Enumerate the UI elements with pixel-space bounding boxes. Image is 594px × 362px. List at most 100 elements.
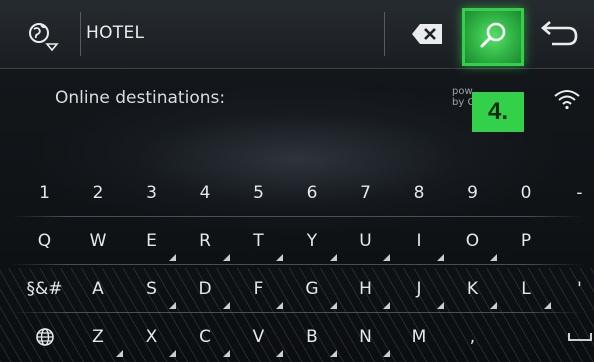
keyboard-key-label: M — [411, 327, 427, 347]
accent-indicator — [276, 254, 283, 261]
keyboard-key[interactable]: O — [446, 218, 499, 264]
keyboard-key[interactable]: W — [72, 218, 125, 264]
keyboard-key[interactable]: E — [125, 218, 178, 264]
accent-indicator — [276, 302, 283, 309]
keyboard-key-label: T — [253, 231, 264, 251]
keyboard-key[interactable]: U — [339, 218, 392, 264]
keyboard-language-key[interactable] — [18, 314, 71, 360]
keyboard-key[interactable]: - — [553, 170, 594, 216]
keyboard-key[interactable]: 9 — [446, 170, 499, 216]
keyboard-key[interactable]: Q — [18, 218, 71, 264]
online-destinations-label: Online destinations: — [55, 88, 226, 108]
keyboard-key-empty[interactable] — [553, 218, 594, 264]
keyboard-key[interactable]: D — [179, 266, 232, 312]
globe-dropdown-icon — [29, 23, 59, 52]
keyboard-key[interactable]: §&# — [18, 266, 71, 312]
accent-indicator — [169, 350, 176, 357]
keyboard-key[interactable]: Y — [286, 218, 339, 264]
keyboard-key[interactable]: ' — [553, 266, 594, 312]
keyboard-key[interactable]: 7 — [339, 170, 392, 216]
keyboard-key-label: C — [199, 327, 211, 347]
keyboard-key[interactable]: J — [393, 266, 446, 312]
accent-indicator — [490, 254, 497, 261]
keyboard-key-label: 4 — [199, 183, 211, 203]
keyboard-key-label: D — [198, 279, 212, 299]
wifi-status — [553, 88, 581, 110]
on-screen-keyboard: 1 2 3 4 5 6 7 8 9 0 - Q W E R T Y U I O P §&# A S D F G H J K L ' Z X C V B N… — [0, 170, 594, 362]
keyboard-key-label: W — [89, 231, 107, 251]
keyboard-key[interactable]: P — [500, 218, 553, 264]
keyboard-key[interactable]: 8 — [393, 170, 446, 216]
backspace-icon — [412, 24, 442, 44]
accent-indicator — [383, 302, 390, 309]
keyboard-key-label: §&# — [26, 279, 63, 299]
keyboard-key[interactable]: N — [339, 314, 392, 360]
keyboard-key-label: B — [306, 327, 318, 347]
keyboard-key[interactable]: 2 — [72, 170, 125, 216]
keyboard-key[interactable]: B — [286, 314, 339, 360]
keyboard-key[interactable]: 1 — [18, 170, 71, 216]
keyboard-key[interactable]: A — [72, 266, 125, 312]
accent-indicator — [490, 302, 497, 309]
keyboard-key[interactable]: H — [339, 266, 392, 312]
keyboard-key[interactable]: K — [446, 266, 499, 312]
keyboard-key-empty[interactable] — [500, 314, 553, 360]
keyboard-key[interactable]: S — [125, 266, 178, 312]
navigation-search-screen: HOTEL Online destinations: pow by G 4. 1… — [0, 0, 594, 362]
keyboard-key[interactable]: Z — [72, 314, 125, 360]
keyboard-key[interactable]: G — [286, 266, 339, 312]
keyboard-key[interactable]: 0 — [500, 170, 553, 216]
search-input[interactable]: HOTEL — [82, 0, 382, 68]
keyboard-key[interactable]: , — [446, 314, 499, 360]
keyboard-key-label: Q — [37, 231, 52, 251]
keyboard-key-label: O — [465, 231, 480, 251]
accent-indicator — [276, 350, 283, 357]
globe-country-button[interactable] — [22, 18, 62, 58]
keyboard-key[interactable]: 5 — [232, 170, 285, 216]
globe-icon — [35, 328, 54, 346]
top-bar-divider — [384, 12, 385, 56]
keyboard-key[interactable]: C — [179, 314, 232, 360]
accent-indicator — [329, 350, 337, 357]
keyboard-key[interactable]: I — [393, 218, 446, 264]
clear-button[interactable] — [410, 20, 446, 48]
keyboard-key[interactable]: F — [232, 266, 285, 312]
search-input-value: HOTEL — [86, 23, 145, 43]
keyboard-key-label: V — [252, 327, 265, 347]
keyboard-key-label: N — [359, 327, 372, 347]
keyboard-key[interactable]: M — [393, 314, 446, 360]
keyboard-key[interactable]: 6 — [286, 170, 339, 216]
keyboard-key[interactable]: V — [232, 314, 285, 360]
accent-indicator — [222, 254, 230, 261]
back-button[interactable] — [538, 20, 582, 50]
accent-indicator — [436, 302, 444, 309]
keyboard-row-divider — [10, 312, 584, 313]
keyboard-key-label: S — [146, 279, 157, 299]
accent-indicator — [222, 350, 230, 357]
keyboard-key-label: P — [520, 231, 532, 251]
keyboard-key[interactable]: 3 — [125, 170, 178, 216]
search-icon — [480, 22, 506, 48]
keyboard-key-label: U — [359, 231, 372, 251]
keyboard-key-label: - — [576, 183, 583, 203]
keyboard-key[interactable]: R — [179, 218, 232, 264]
keyboard-key[interactable]: 4 — [179, 170, 232, 216]
keyboard-key-label: Z — [92, 327, 104, 347]
keyboard-space-key[interactable] — [553, 314, 594, 360]
keyboard-key-label: X — [145, 327, 158, 347]
search-top-bar: HOTEL — [0, 0, 594, 69]
keyboard-key-label: A — [92, 279, 104, 299]
keyboard-key[interactable]: X — [125, 314, 178, 360]
top-bar-divider — [80, 12, 81, 56]
keyboard-key-label: G — [305, 279, 319, 299]
search-button[interactable] — [462, 8, 524, 66]
keyboard-key-label: R — [199, 231, 211, 251]
keyboard-key-label: F — [253, 279, 264, 299]
accent-indicator — [169, 254, 176, 261]
step-annotation-badge: 4. — [472, 92, 524, 132]
keyboard-key[interactable]: T — [232, 218, 285, 264]
accent-indicator — [169, 302, 176, 309]
accent-indicator — [436, 254, 444, 261]
keyboard-key[interactable]: L — [500, 266, 553, 312]
keyboard-key-label: J — [416, 279, 422, 299]
